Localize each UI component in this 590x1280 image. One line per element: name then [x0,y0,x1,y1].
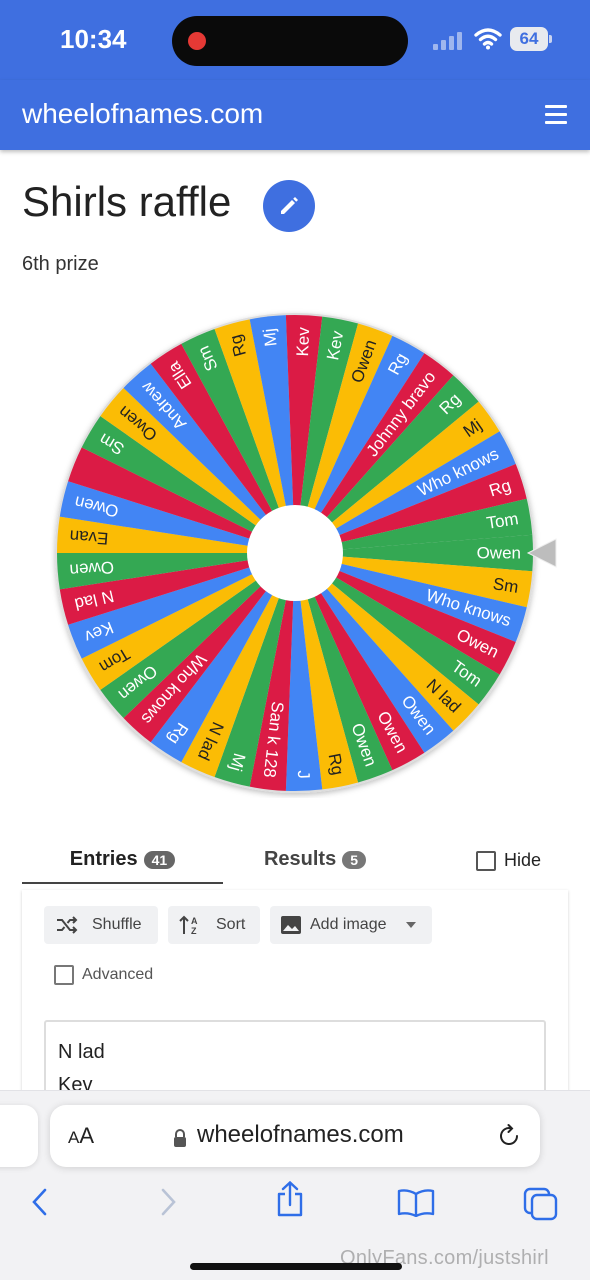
tab-results-label: Results [263,848,337,870]
aa-small-label: A [68,1128,80,1147]
wheel-entry-label: Owen [69,557,115,579]
entries-count-badge: 41 [143,850,176,869]
previous-tab-preview[interactable] [0,1105,38,1167]
hide-checkbox[interactable]: Hide [476,850,541,874]
address-bar[interactable]: AA wheelofnames.com [50,1105,540,1167]
wheel-subtitle: 6th prize [22,253,99,275]
cellular-signal-icon [433,30,467,50]
shuffle-button[interactable]: Shuffle [44,906,158,944]
wheel-entry-label: J [294,770,313,779]
hamburger-menu-icon[interactable] [545,105,567,125]
status-bar: 10:34 64 [0,0,590,80]
sort-label: Sort [216,916,246,933]
bookmarks-icon[interactable] [397,1189,435,1217]
hide-label: Hide [504,850,542,870]
wheel-entry-label: Sm [492,574,520,597]
wheel-entry-label: Mj [260,327,281,347]
share-icon[interactable] [274,1181,306,1217]
battery-icon: 64 [510,27,552,51]
wheel-center[interactable] [247,505,343,601]
wifi-icon [474,28,502,50]
reload-icon[interactable] [496,1123,522,1149]
add-image-button[interactable]: Add image [270,906,432,944]
app-header: wheelofnames.com [0,80,590,150]
wheel-entry-label: Rg [325,752,348,777]
shuffle-label: Shuffle [92,916,142,933]
sort-button[interactable]: A Z Sort [168,906,260,944]
back-icon[interactable] [30,1187,50,1217]
dynamic-island [172,16,408,66]
entries-results-tabs: Entries 41 Results 5 Hide [22,840,570,886]
entries-panel: Shuffle A Z Sort Add image Advanced N la… [22,890,568,1120]
wheel-entry-label: Kev [293,326,313,356]
wheel-entry-label: Evan [69,526,109,548]
edit-title-button[interactable] [263,180,315,232]
home-indicator [190,1263,402,1270]
spinning-wheel[interactable]: OwenSmWho knowsOwenTomN ladOwenOwenOwenR… [50,308,560,798]
advanced-label: Advanced [82,966,154,983]
pencil-icon [281,197,298,214]
tab-entries[interactable]: Entries 41 [22,840,223,884]
status-time: 10:34 [60,24,127,54]
aa-large-label: A [79,1123,95,1148]
hide-checkbox-box[interactable] [476,850,496,871]
recording-indicator-icon [188,32,206,50]
image-icon [281,916,301,934]
reader-aa-button[interactable]: AA [68,1123,94,1149]
active-tab-indicator [22,882,223,884]
tab-entries-label: Entries [69,848,138,870]
entry-line: N lad [58,1041,105,1063]
lock-icon [174,1129,186,1147]
tabs-icon[interactable] [523,1187,559,1221]
tab-results[interactable]: Results 5 [250,840,380,884]
site-title[interactable]: wheelofnames.com [22,98,263,130]
wheel-entry-label: Owen [477,544,521,563]
battery-level: 64 [519,29,539,48]
wheel-title: Shirls raffle [22,178,232,225]
results-count-badge: 5 [342,850,367,869]
forward-icon[interactable] [158,1187,178,1217]
add-image-label: Add image [310,916,387,933]
screen: 10:34 64 wheelofnames.com Shirls raffle … [0,0,590,1280]
svg-text:Z: Z [191,926,197,936]
address-text[interactable]: wheelofnames.com [197,1121,404,1149]
browser-toolbar: AA wheelofnames.com OnlyFans.com/justshi… [0,1090,590,1280]
shuffle-icon [57,916,78,934]
svg-text:A: A [191,916,198,926]
advanced-checkbox-box[interactable] [54,965,74,985]
sort-icon: A Z [179,915,198,936]
advanced-checkbox[interactable]: Advanced [54,965,153,989]
dropdown-arrow-icon [406,922,416,928]
